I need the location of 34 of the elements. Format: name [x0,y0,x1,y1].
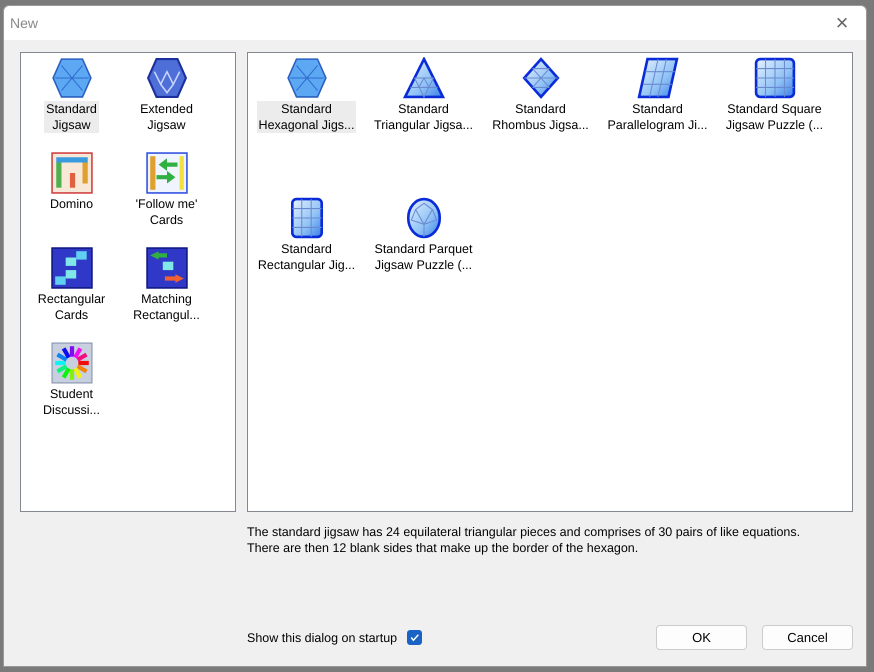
item-label[interactable]: Standard Hexagonal Jigs... [256,101,356,133]
item-label[interactable]: 'Follow me' Cards [134,196,200,228]
window-title: New [10,15,38,31]
item-label[interactable]: Extended Jigsaw [138,101,195,133]
parallelogram-icon [636,57,678,99]
item-label[interactable]: Matching Rectangul... [131,291,202,323]
close-button[interactable]: × [824,10,860,36]
item-label[interactable]: Standard Triangular Jigsa... [372,101,475,133]
cards-icon [50,247,92,289]
item-label[interactable]: Standard Square Jigsaw Puzzle (... [724,101,826,133]
hexagon-icon [50,57,92,99]
item-label[interactable]: Standard Rectangular Jig... [256,241,358,273]
item-label[interactable]: Standard Parallelogram Ji... [605,101,710,133]
color-wheel-icon [50,342,92,384]
startup-checkbox[interactable] [407,630,422,645]
arrows-grid-icon [146,152,188,194]
item-label[interactable]: Domino [48,196,96,212]
item-label[interactable]: Standard Jigsaw [44,101,99,133]
ok-button[interactable]: OK [656,625,747,650]
checkbox-label: Show this dialog on startup [247,630,398,644]
cards-icon [146,247,188,289]
triangle-icon [402,57,444,99]
domino-icon [50,152,92,194]
hexagon-icon [286,57,328,99]
item-label[interactable]: Rectangular Cards [36,291,108,323]
check-icon [409,632,420,643]
description-text: The standard jigsaw has 24 equilateral triangular pieces and comprises of 30 pairs of like equations. There are then 12 blank sides that make up the border of the hexagon. [247,524,802,557]
hexagon-icon [146,57,188,99]
rhombus-icon [520,57,562,99]
cancel-button[interactable]: Cancel [762,625,853,650]
item-label[interactable]: Standard Rhombus Jigsa... [490,101,591,133]
item-label[interactable]: Student Discussi... [41,386,102,418]
item-label[interactable]: Standard Parquet Jigsaw Puzzle (... [372,241,474,273]
grid-icon [754,57,796,99]
